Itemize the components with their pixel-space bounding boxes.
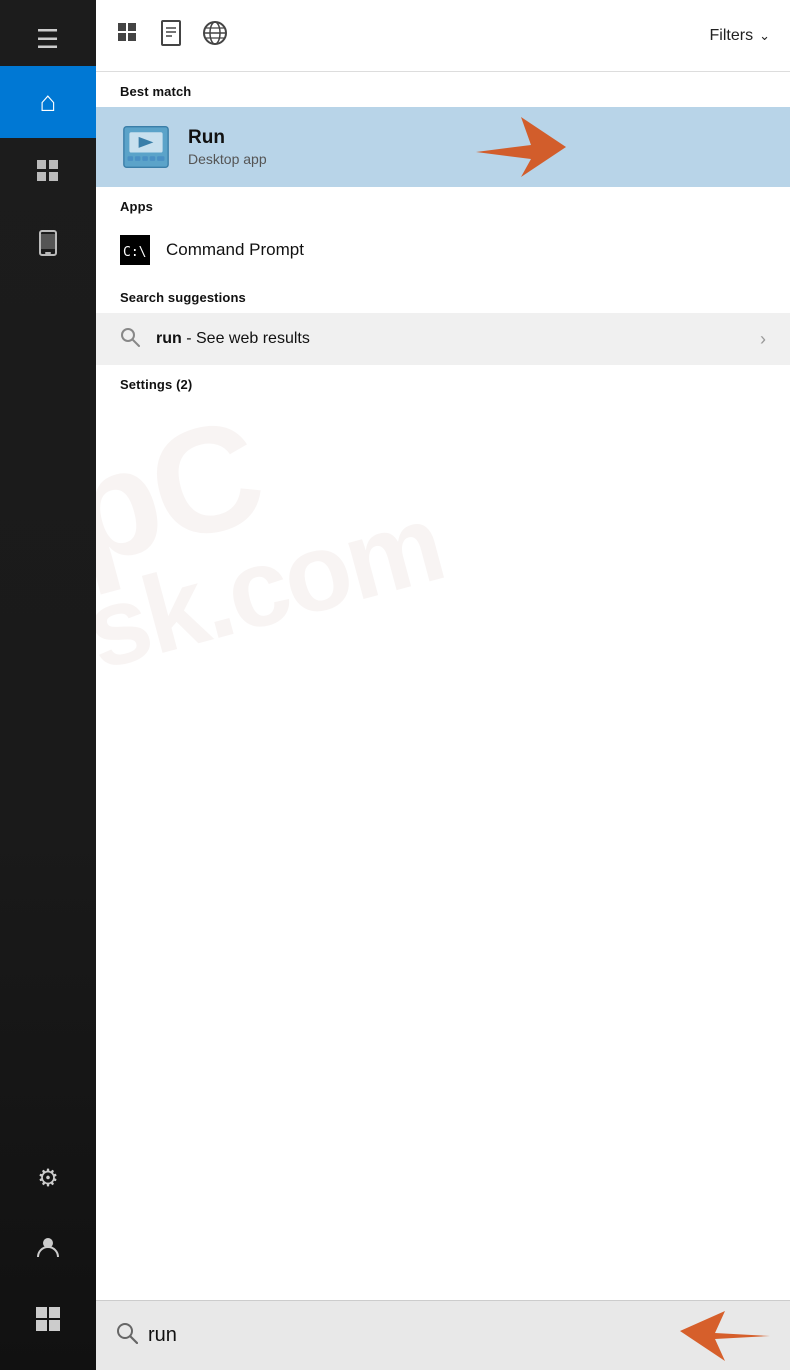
command-prompt-label: Command Prompt (166, 240, 304, 260)
results-panel: Best match (96, 72, 790, 1300)
suggestion-suffix: - See web results (182, 330, 310, 347)
home-icon: ⌂ (40, 86, 57, 118)
filters-label: Filters (710, 27, 754, 45)
suggestion-item-run[interactable]: run - See web results › (96, 313, 790, 365)
hamburger-button[interactable]: ☰ (0, 12, 96, 66)
search-suggestions-label: Search suggestions (96, 278, 790, 313)
suggestion-search-icon (120, 327, 140, 352)
apps-section-label: Apps (96, 187, 790, 222)
grid-toolbar-icon[interactable] (116, 21, 140, 51)
main-panel: Filters ⌄ Best match (96, 0, 790, 1370)
best-match-label: Best match (96, 72, 790, 107)
document-toolbar-icon[interactable] (160, 20, 182, 52)
sidebar-item-phone[interactable] (0, 210, 96, 282)
search-input[interactable] (148, 1324, 670, 1347)
app-item-command-prompt[interactable]: C:\ Command Prompt (96, 222, 790, 278)
sidebar-item-windows[interactable] (0, 1286, 96, 1358)
globe-toolbar-icon[interactable] (202, 20, 228, 52)
phone-icon (37, 230, 59, 262)
toolbar-icons (116, 20, 690, 52)
windows-icon (35, 1306, 61, 1338)
suggestion-chevron-icon: › (760, 329, 766, 350)
run-app-text: Run Desktop app (188, 127, 267, 167)
user-icon (34, 1233, 62, 1267)
sidebar-item-settings[interactable]: ⚙ (0, 1142, 96, 1214)
best-match-item-run[interactable]: Run Desktop app (96, 107, 790, 187)
sidebar-bottom: ⚙ (0, 1142, 96, 1358)
filters-chevron-icon: ⌄ (759, 28, 770, 44)
arrow-annotation-run (476, 117, 566, 177)
suggestion-text: run - See web results (156, 330, 760, 348)
svg-text:C:\: C:\ (123, 245, 146, 260)
suggestion-query-bold: run (156, 330, 182, 347)
sidebar: ☰ ⌂ ⚙ (0, 0, 96, 1370)
search-bar-icon (116, 1322, 138, 1350)
run-app-subtitle: Desktop app (188, 151, 267, 167)
filters-button[interactable]: Filters ⌄ (710, 27, 770, 45)
hamburger-icon: ☰ (36, 24, 60, 55)
sidebar-item-user[interactable] (0, 1214, 96, 1286)
sidebar-item-media[interactable] (0, 138, 96, 210)
command-prompt-icon: C:\ (120, 235, 150, 265)
watermark-area: pC isk.com (96, 400, 790, 700)
toolbar: Filters ⌄ (96, 0, 790, 72)
settings-section-label: Settings (2) (96, 365, 790, 400)
search-bar (96, 1300, 790, 1370)
bottom-arrow-annotation (680, 1311, 770, 1361)
grid-icon (35, 158, 61, 190)
run-app-icon (120, 121, 172, 173)
settings-icon: ⚙ (37, 1164, 59, 1193)
run-app-title: Run (188, 127, 267, 149)
sidebar-item-home[interactable]: ⌂ (0, 66, 96, 138)
